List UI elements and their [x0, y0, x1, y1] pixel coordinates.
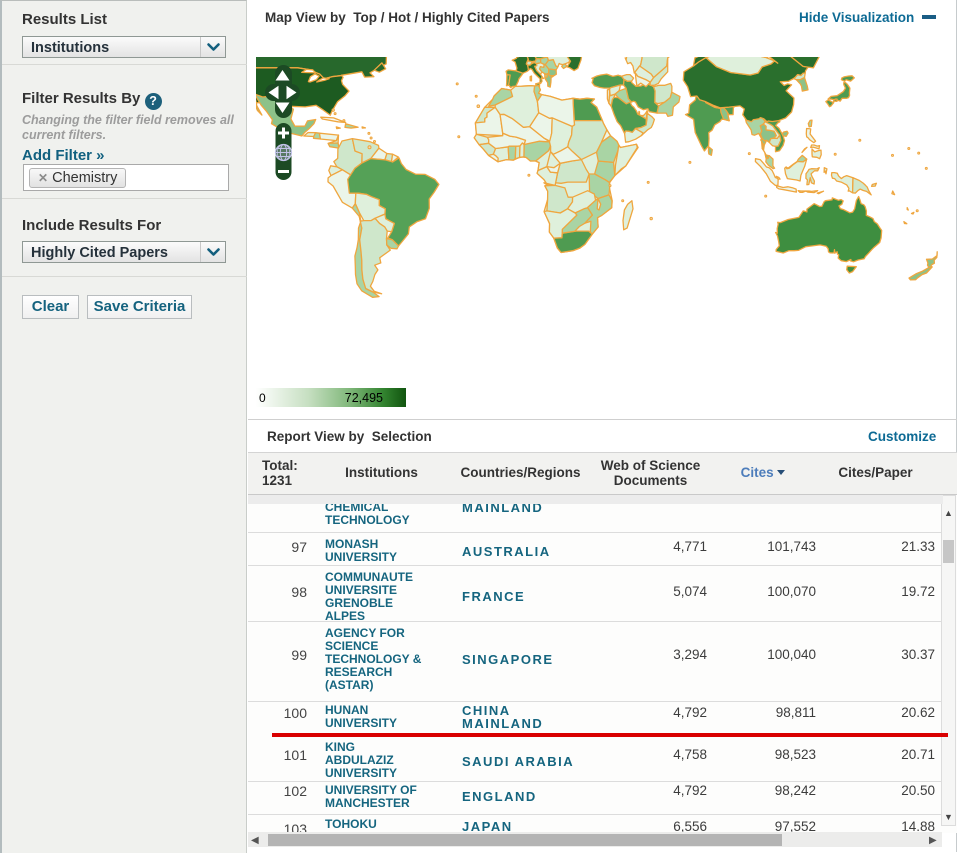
svg-text:72,495: 72,495 — [345, 391, 383, 405]
svg-text:0: 0 — [259, 391, 266, 405]
